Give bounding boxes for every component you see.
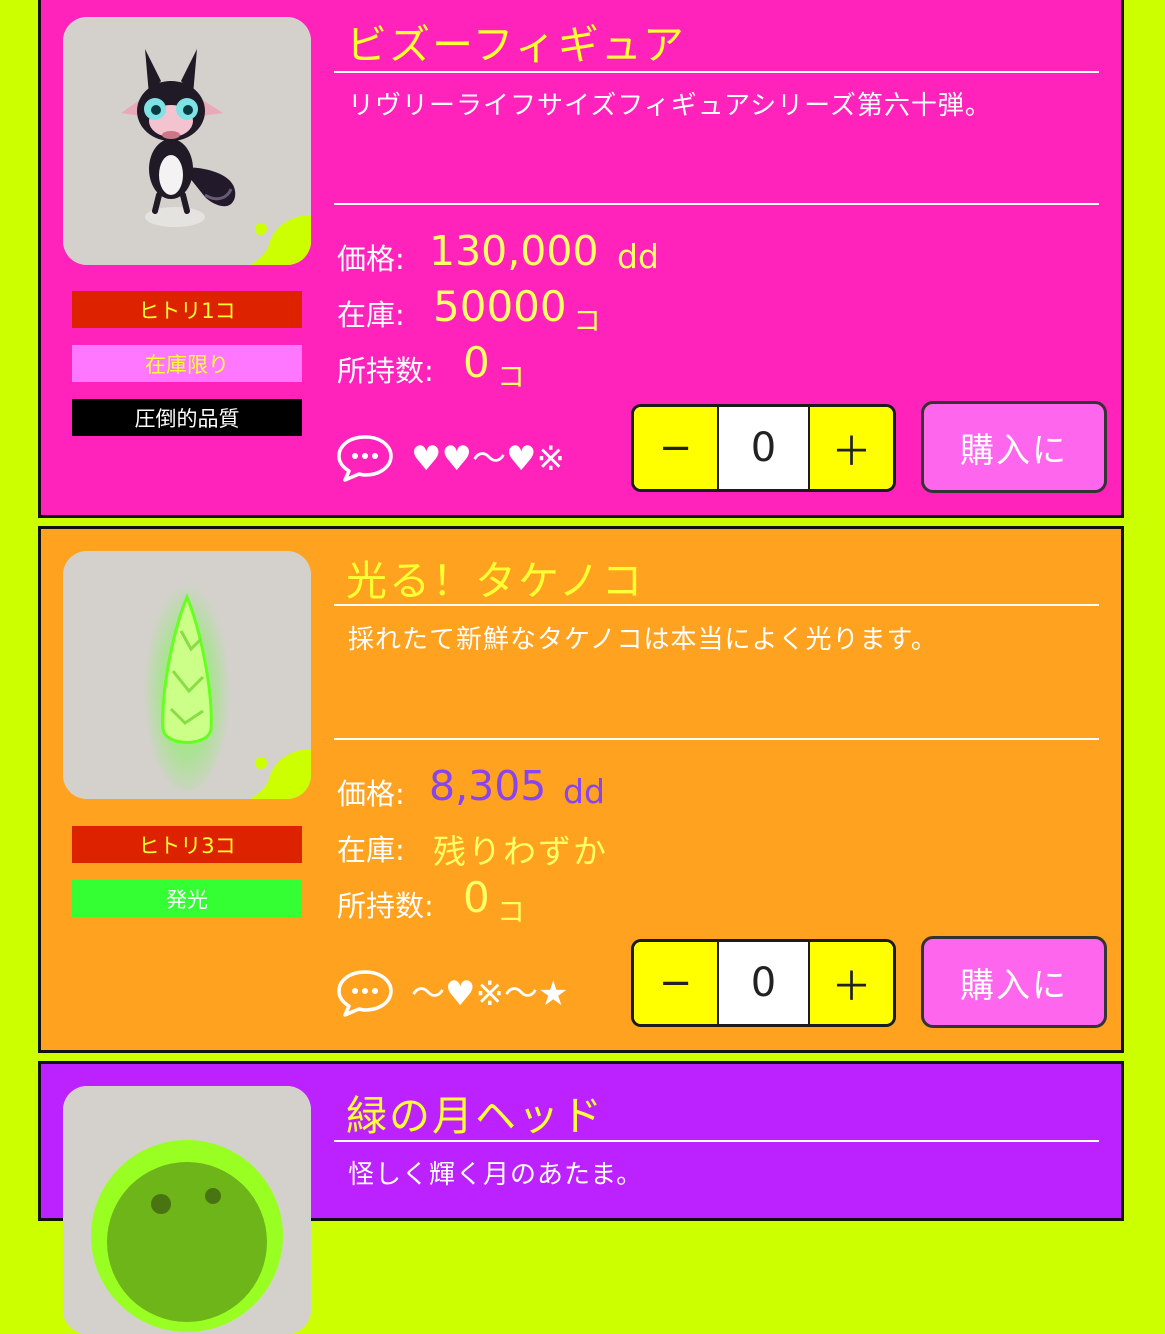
product-title: 光る！タケノコ [346, 557, 645, 605]
green-moon-head-image [63, 1086, 311, 1334]
price-value: 8,305 [429, 762, 547, 810]
stock-value: 50000 [433, 282, 567, 331]
corner-blob-icon [251, 215, 311, 265]
owned-value: 0 [463, 338, 490, 387]
price-unit: dd [617, 237, 659, 276]
badge-label: ヒトリ1コ [138, 298, 236, 323]
divider [334, 738, 1099, 740]
product-description: 採れたて新鮮なタケノコは本当によく光ります。 [348, 625, 938, 655]
product-description: 怪しく輝く月のあたま。 [348, 1160, 644, 1190]
product-card: ヒトリ3コ 発光 光る！タケノコ 採れたて新鮮なタケノコは本当によく光ります。 … [38, 526, 1124, 1053]
divider [334, 1140, 1099, 1142]
badge-limited-stock: 在庫限り [72, 345, 302, 382]
product-description: リヴリーライフサイズフィギュアシリーズ第六十弾。 [348, 91, 992, 121]
product-card: ヒトリ1コ 在庫限り 圧倒的品質 ビズーフィギュア リヴリーライフサイズフィギュ… [38, 0, 1124, 518]
quantity-input[interactable]: 0 [719, 407, 808, 489]
corner-blob-icon [251, 749, 311, 799]
badge-label: 発光 [166, 887, 208, 912]
buy-button[interactable]: 購入に [921, 401, 1107, 493]
badge-label: 在庫限り [145, 352, 229, 377]
badge-quality: 圧倒的品質 [72, 399, 302, 436]
owned-unit: コ [497, 360, 526, 393]
badge-glowing: 発光 [72, 880, 302, 917]
divider [334, 203, 1099, 205]
stock-unit: コ [573, 304, 602, 337]
quantity-stepper: − 0 ＋ [631, 939, 896, 1027]
divider [334, 604, 1099, 606]
increment-button[interactable]: ＋ [808, 942, 893, 1024]
owned-value: 0 [463, 873, 490, 922]
price-value: 130,000 [429, 227, 599, 275]
stock-label: 在庫: [337, 298, 405, 332]
divider [334, 71, 1099, 73]
price-label: 価格: [337, 777, 405, 811]
product-image-green-moon-head[interactable] [63, 1086, 311, 1334]
badge-label: ヒトリ3コ [138, 833, 236, 858]
increment-button[interactable]: ＋ [808, 407, 893, 489]
product-card: 緑の月ヘッド 怪しく輝く月のあたま。 [38, 1061, 1124, 1334]
product-title: 緑の月ヘッド [346, 1092, 604, 1140]
reaction-text: 〜♥※〜★ [411, 974, 569, 1014]
buy-button[interactable]: 購入に [921, 936, 1107, 1028]
owned-label: 所持数: [337, 354, 434, 388]
stock-label: 在庫: [337, 833, 405, 867]
badge-limit-per-person: ヒトリ3コ [72, 826, 302, 863]
decrement-button[interactable]: − [634, 942, 719, 1024]
price-label: 価格: [337, 242, 405, 276]
comment-icon[interactable] [335, 968, 395, 1018]
reaction-text: ♥♥〜♥※ [411, 439, 565, 479]
owned-unit: コ [497, 895, 526, 928]
quantity-input[interactable]: 0 [719, 942, 808, 1024]
product-image-bizoo-figure[interactable] [63, 17, 311, 265]
owned-label: 所持数: [337, 889, 434, 923]
badge-limit-per-person: ヒトリ1コ [72, 291, 302, 328]
comment-icon[interactable] [335, 433, 395, 483]
product-image-glowing-bamboo-shoot[interactable] [63, 551, 311, 799]
quantity-stepper: − 0 ＋ [631, 404, 896, 492]
badge-label: 圧倒的品質 [134, 406, 240, 431]
stock-value: 残りわずか [433, 832, 608, 871]
price-unit: dd [563, 772, 605, 811]
decrement-button[interactable]: − [634, 407, 719, 489]
product-title: ビズーフィギュア [346, 21, 686, 69]
